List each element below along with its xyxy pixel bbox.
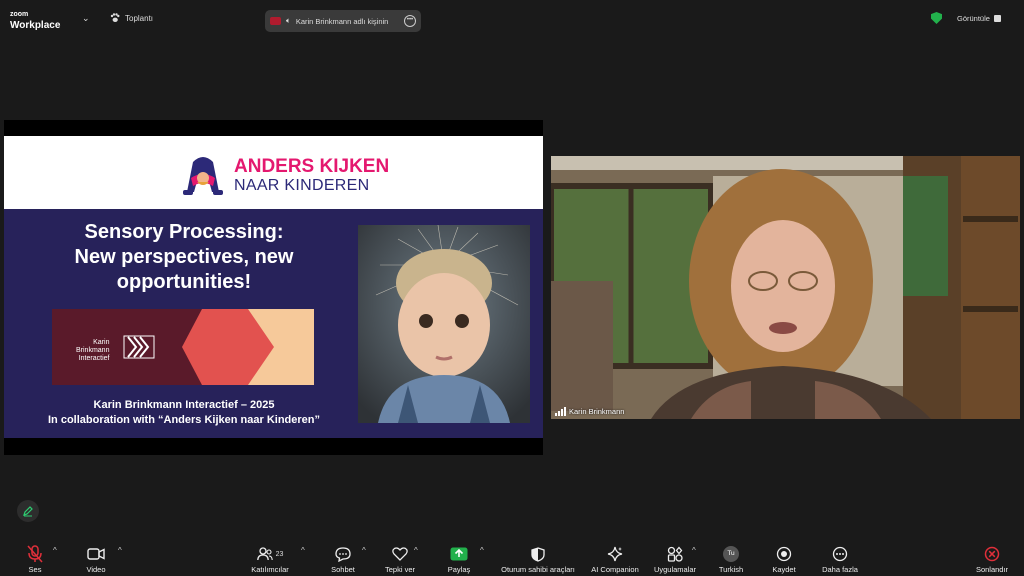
view-button[interactable]: Görüntüle [957, 14, 1001, 23]
presentation-slide: ANDERS KIJKEN NAAR KINDEREN Sensory Proc… [4, 136, 543, 438]
share-button[interactable]: Paylaş [444, 538, 474, 576]
audio-options-caret-icon[interactable]: ^ [53, 546, 57, 555]
slide-title: Sensory Processing: New perspectives, ne… [44, 220, 324, 295]
host-tools-label: Oturum sahibi araçları [501, 565, 575, 574]
share-options-caret-icon[interactable]: ^ [480, 546, 484, 555]
host-tools-button[interactable]: Oturum sahibi araçları [497, 538, 579, 576]
slide-footer: Karin Brinkmann Interactief – 2025 In co… [24, 398, 344, 428]
record-button[interactable]: Kaydet [768, 538, 800, 576]
react-options-caret-icon[interactable]: ^ [414, 546, 418, 555]
more-dots-icon [832, 546, 848, 562]
ai-companion-label: AI Companion [591, 565, 639, 574]
brand-small: zoom [10, 11, 29, 18]
end-meeting-label: Sonlandır [975, 565, 1009, 574]
paw-icon [110, 13, 120, 22]
participant-name-tag: Karin Brinkmann [555, 407, 624, 416]
share-screen-icon [450, 547, 468, 561]
participants-count: 23 [275, 550, 284, 558]
slide-title-line: Sensory Processing: [84, 221, 284, 243]
language-badge: Tu [723, 546, 739, 562]
language-button[interactable]: Tu Turkish [716, 538, 746, 576]
participants-options-caret-icon[interactable]: ^ [301, 546, 305, 555]
heart-icon [392, 547, 408, 561]
chat-bubble-icon [335, 546, 351, 562]
participants-button[interactable]: 23 Katılımcılar [245, 538, 295, 576]
kb-line: Interactief [78, 355, 110, 362]
muted-microphone-icon [27, 545, 43, 563]
participant-video[interactable]: Karin Brinkmann [551, 156, 1020, 419]
kb-line: Brinkmann [76, 347, 110, 354]
apps-options-caret-icon[interactable]: ^ [692, 546, 696, 555]
annotate-button[interactable] [17, 500, 39, 522]
video-camera-icon [87, 548, 105, 560]
view-icon [993, 15, 1001, 22]
chat-options-caret-icon[interactable]: ^ [362, 546, 366, 555]
ai-companion-button[interactable]: AI Companion [588, 538, 642, 576]
recording-icon [270, 17, 281, 25]
slide-title-line: opportunities! [116, 271, 252, 293]
chat-label: Sohbet [331, 565, 355, 574]
video-feed [551, 156, 1020, 419]
react-button[interactable]: Tepki ver [380, 538, 420, 576]
brand-main: Workplace [10, 20, 61, 31]
end-call-icon [984, 546, 1000, 562]
audio-button[interactable]: Ses [20, 538, 50, 576]
record-label: Kaydet [772, 565, 796, 574]
child-photo [358, 225, 530, 423]
language-label: Turkish [718, 565, 744, 574]
more-button[interactable]: Daha fazla [818, 538, 862, 576]
chevron-down-icon[interactable]: ⌄ [82, 13, 90, 24]
kb-line: Karin [93, 339, 110, 346]
apps-icon [667, 546, 683, 562]
view-label: Görüntüle [957, 14, 990, 23]
participants-icon [256, 547, 273, 561]
speaker-icon: 🔈︎ [286, 16, 291, 25]
video-label: Video [86, 565, 106, 574]
meeting-label: Toplantı [125, 13, 154, 23]
child-figure-logo [183, 157, 223, 195]
record-icon [776, 546, 792, 562]
video-button[interactable]: Video [80, 538, 112, 576]
host-shield-icon [531, 546, 545, 562]
top-bar: zoom Workplace ⌄ Toplantı 🔈︎ Karin Brink… [0, 0, 1024, 38]
logo-title: ANDERS KIJKEN [234, 156, 390, 177]
video-options-caret-icon[interactable]: ^ [118, 546, 122, 555]
apps-label: Uygulamalar [653, 565, 697, 574]
apps-button[interactable]: Uygulamalar [651, 538, 699, 576]
zoom-workplace-logo[interactable]: zoom Workplace [10, 10, 60, 31]
logo-subtitle: NAAR KINDEREN [234, 177, 370, 194]
slide-header: ANDERS KIJKEN NAAR KINDEREN [4, 136, 543, 209]
react-label: Tepki ver [384, 565, 415, 574]
sparkle-icon [607, 546, 623, 562]
active-speaker-pill[interactable]: 🔈︎ Karin Brinkmann adlı kişinin ••• [265, 10, 421, 32]
meeting-toolbar: Ses ^ Video ^ 23 Katılımcılar ^ Sohbet ^… [0, 538, 1024, 576]
slide-title-line: New perspectives, new [74, 246, 294, 268]
more-options-icon[interactable]: ••• [404, 15, 416, 27]
participant-name: Karin Brinkmann [569, 407, 625, 416]
share-label: Paylaş [447, 565, 471, 574]
audio-label: Ses [28, 565, 42, 574]
active-speaker-text: Karin Brinkmann adlı kişinin [295, 16, 389, 26]
karin-brinkmann-logo-text: Karin Brinkmann Interactief [76, 339, 109, 363]
more-label: Daha fazla [822, 565, 858, 574]
chat-button[interactable]: Sohbet [326, 538, 360, 576]
signal-strength-icon [555, 407, 566, 416]
meeting-menu[interactable]: Toplantı [110, 13, 153, 23]
footer-line-2: In collaboration with “Anders Kijken naa… [48, 414, 320, 426]
pencil-icon [23, 506, 33, 517]
footer-line-1: Karin Brinkmann Interactief – 2025 [93, 399, 275, 411]
end-meeting-button[interactable]: Sonlandır [972, 538, 1012, 576]
participants-label: Katılımcılar [251, 565, 289, 574]
encryption-shield-icon[interactable] [931, 12, 942, 24]
